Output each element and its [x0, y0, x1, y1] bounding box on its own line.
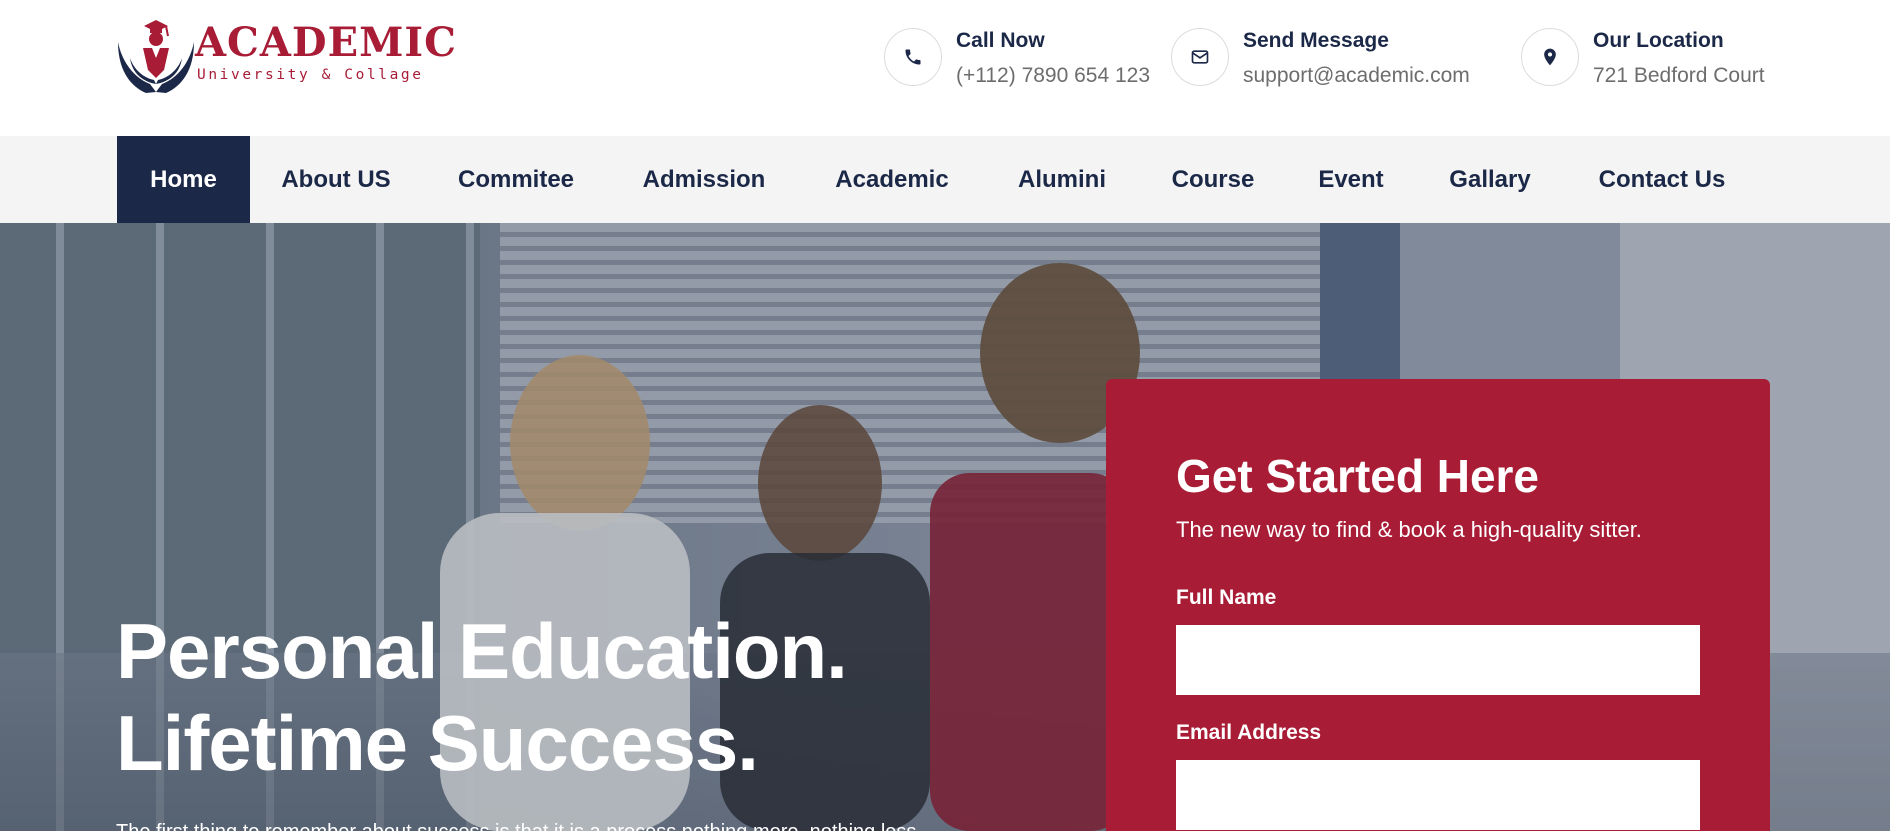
site-logo[interactable]: ACADEMIC University & Collage — [116, 18, 456, 96]
hero-description: The first thing to remember about succes… — [116, 821, 922, 831]
phone-icon — [884, 28, 942, 86]
contact-value: (+112) 7890 654 123 — [956, 64, 1151, 87]
brand-name: ACADEMIC — [195, 19, 457, 66]
email-address-input[interactable] — [1176, 760, 1700, 830]
nav-item-contact-us[interactable]: Contact Us — [1584, 136, 1740, 223]
graduate-hands-logo-icon — [118, 20, 194, 93]
nav-item-event[interactable]: Event — [1306, 136, 1396, 223]
main-nav: Home About US Commitee Admission Academi… — [0, 136, 1890, 223]
contact-title: Our Location — [1593, 29, 1724, 52]
envelope-icon — [1171, 28, 1229, 86]
nav-item-gallary[interactable]: Gallary — [1432, 136, 1548, 223]
nav-item-alumini[interactable]: Alumini — [1004, 136, 1120, 223]
form-title: Get Started Here — [1176, 450, 1540, 502]
full-name-label: Full Name — [1176, 586, 1277, 609]
contact-value: support@academic.com — [1243, 64, 1470, 87]
nav-item-home[interactable]: Home — [117, 136, 250, 223]
nav-item-course[interactable]: Course — [1156, 136, 1270, 223]
hero-title: Personal Education. Lifetime Success. — [116, 605, 848, 789]
brand-tagline: University & Collage — [197, 67, 424, 83]
hero-title-line-2: Lifetime Success. — [116, 699, 759, 787]
form-subtitle: The new way to find & book a high-qualit… — [1176, 517, 1642, 542]
hero-title-line-1: Personal Education. — [116, 607, 848, 695]
full-name-input[interactable] — [1176, 625, 1700, 695]
nav-item-commitee[interactable]: Commitee — [436, 136, 596, 223]
email-address-label: Email Address — [1176, 721, 1322, 744]
nav-item-about-us[interactable]: About US — [268, 136, 404, 223]
site-header: ACADEMIC University & Collage Call Now (… — [0, 0, 1890, 136]
contact-title: Send Message — [1243, 29, 1389, 52]
nav-item-academic[interactable]: Academic — [816, 136, 968, 223]
contact-value: 721 Bedford Court — [1593, 64, 1765, 87]
location-pin-icon — [1521, 28, 1579, 86]
get-started-form: Get Started Here The new way to find & b… — [1106, 379, 1770, 831]
contact-title: Call Now — [956, 29, 1045, 52]
nav-item-admission[interactable]: Admission — [628, 136, 780, 223]
